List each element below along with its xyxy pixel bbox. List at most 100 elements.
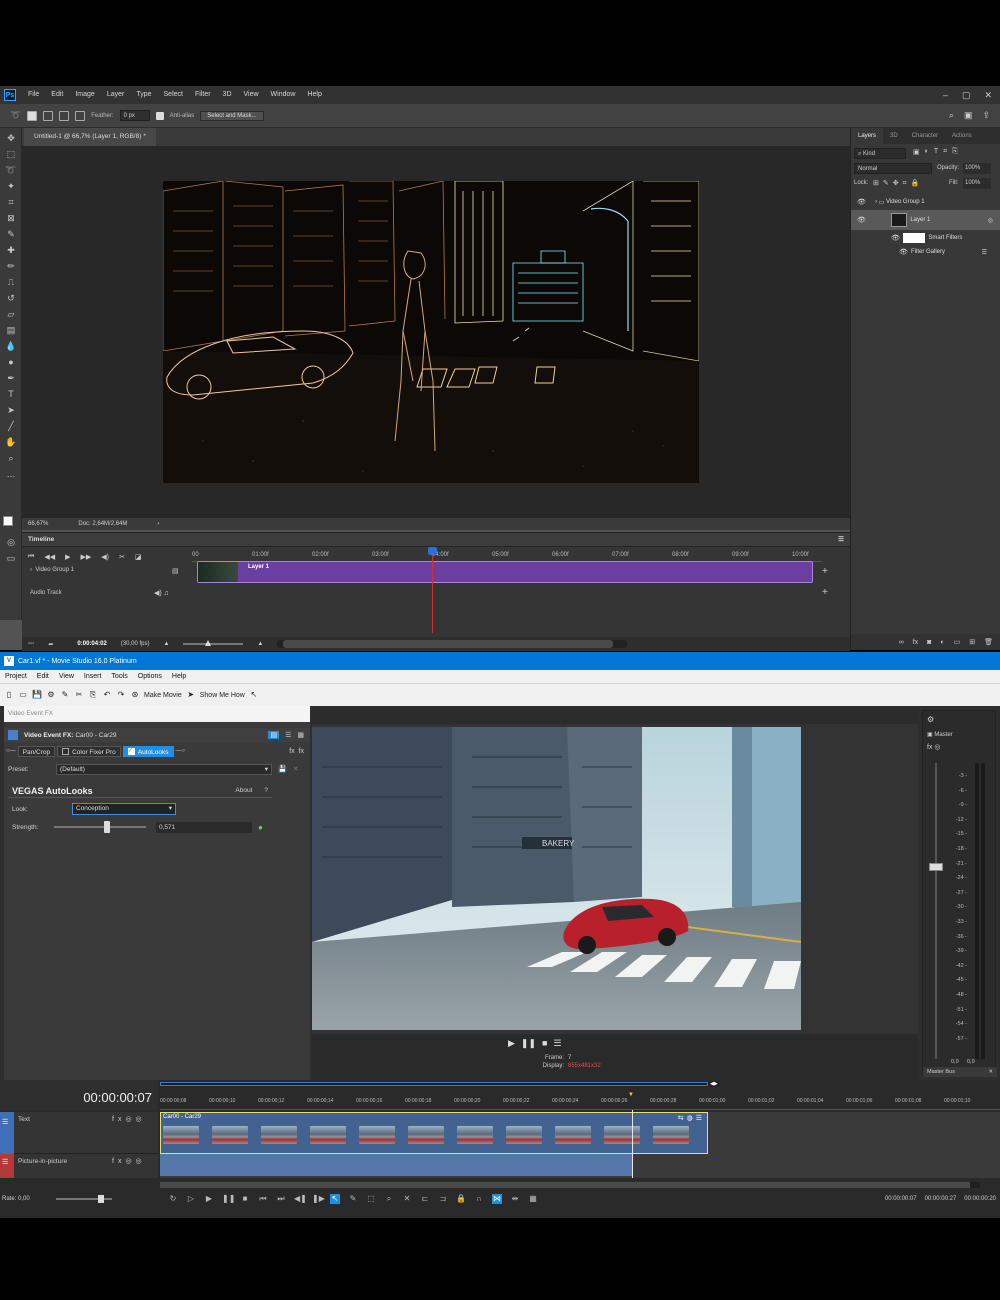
checkbox-checked-icon[interactable]: ✓ bbox=[127, 748, 135, 756]
intersect-selection-icon[interactable] bbox=[75, 110, 86, 121]
copy-icon[interactable]: ⎘ bbox=[88, 690, 98, 700]
frame-tool-icon[interactable]: ⊠ bbox=[5, 212, 17, 224]
minimize-icon[interactable]: – bbox=[943, 90, 948, 101]
split-icon[interactable]: ⊐ bbox=[438, 1194, 448, 1204]
hand-tool-icon[interactable]: ✋ bbox=[5, 436, 17, 448]
visibility-eye-icon[interactable]: 👁 bbox=[857, 216, 866, 224]
menu-view[interactable]: View bbox=[238, 86, 265, 104]
track-fx-icons[interactable]: fx◎◎ bbox=[112, 1157, 146, 1165]
eraser-icon[interactable]: ▱ bbox=[5, 308, 17, 320]
smart-object-icon[interactable]: ◎ bbox=[988, 217, 993, 224]
go-end-icon[interactable]: ⏭ bbox=[276, 1194, 286, 1204]
playhead-handle[interactable] bbox=[428, 547, 437, 555]
type-tool-icon[interactable]: T bbox=[5, 388, 17, 400]
strength-slider[interactable] bbox=[54, 821, 146, 833]
tab-layers[interactable]: Layers bbox=[851, 128, 884, 144]
history-brush-icon[interactable]: ↺ bbox=[5, 292, 17, 304]
visibility-eye-icon[interactable]: 👁 bbox=[857, 198, 866, 206]
h-scrollbar[interactable] bbox=[160, 1182, 980, 1188]
quick-mask-icon[interactable]: ◎ bbox=[5, 536, 17, 548]
blend-mode-select[interactable]: Normal bbox=[854, 163, 932, 174]
pip-clip[interactable] bbox=[160, 1154, 632, 1176]
menu-insert[interactable]: Insert bbox=[79, 673, 107, 680]
filter-options-icon[interactable]: ☰ bbox=[982, 249, 987, 256]
auto-crossfade-icon[interactable]: ⋈ bbox=[492, 1194, 502, 1204]
new-selection-icon[interactable] bbox=[27, 110, 38, 121]
menu-file[interactable]: File bbox=[22, 86, 45, 104]
chain-color-fixer[interactable]: Color Fixer Pro bbox=[57, 745, 121, 757]
timeline-scrollbar[interactable] bbox=[277, 640, 628, 648]
panel-menu-icon[interactable]: ☰ bbox=[838, 533, 844, 547]
next-frame-icon[interactable]: ▶▶ bbox=[80, 553, 91, 561]
checkbox-icon[interactable] bbox=[62, 748, 70, 756]
track-lane-2[interactable] bbox=[160, 1154, 1000, 1178]
more-tools-icon[interactable]: … bbox=[5, 468, 17, 480]
feather-input[interactable]: 0 px bbox=[119, 110, 150, 121]
track-fx-icons[interactable]: fx◎◎ bbox=[112, 1115, 146, 1123]
group-icon[interactable]: ▭ bbox=[954, 638, 961, 646]
undo-icon[interactable]: ↶ bbox=[102, 690, 112, 700]
pause-icon[interactable]: ❚❚ bbox=[222, 1194, 235, 1204]
status-arrow-icon[interactable]: › bbox=[157, 521, 159, 527]
chain-pan-crop[interactable]: Pan/Crop bbox=[17, 745, 56, 757]
add-selection-icon[interactable] bbox=[43, 110, 54, 121]
add-audio-icon[interactable]: + bbox=[822, 587, 828, 598]
lock-icon[interactable]: 🔒 bbox=[456, 1194, 466, 1204]
move-tool-icon[interactable]: ✥ bbox=[5, 132, 17, 144]
track-video-group[interactable]: › Video Group 1 bbox=[30, 567, 74, 573]
track-menu-icon[interactable]: ☰ bbox=[2, 1158, 8, 1166]
menu-layer[interactable]: Layer bbox=[101, 86, 131, 104]
settings-icon[interactable]: ⚙ bbox=[46, 690, 56, 700]
kind-filter[interactable]: ⌕ Kind bbox=[854, 148, 906, 159]
zoom-level[interactable]: 66,67% bbox=[28, 521, 48, 527]
rate-slider-thumb[interactable] bbox=[98, 1195, 104, 1203]
filter-smart-icon[interactable]: ⎘ bbox=[952, 148, 958, 156]
screen-mode-icon[interactable]: ▭ bbox=[5, 552, 17, 564]
subtract-selection-icon[interactable] bbox=[59, 110, 70, 121]
track-lane-1[interactable]: Car00 - Car29 ⇆◍☰ bbox=[160, 1112, 1000, 1154]
layer-filter-gallery[interactable]: 👁 Filter Gallery ☰ bbox=[851, 244, 1000, 260]
view-grid-icon[interactable]: ▦ bbox=[297, 731, 304, 739]
blur-tool-icon[interactable]: 💧 bbox=[5, 340, 17, 352]
filter-pixel-icon[interactable]: ▣ bbox=[913, 148, 920, 156]
close-icon[interactable]: ✕ bbox=[988, 1067, 993, 1077]
show-me-how-icon[interactable]: ➤ bbox=[186, 690, 196, 700]
layer-video-group[interactable]: 👁 › ▭ Video Group 1 bbox=[851, 194, 1000, 210]
clip-fx-icons[interactable]: ⇆◍☰ bbox=[678, 1114, 705, 1122]
menu-select[interactable]: Select bbox=[158, 86, 189, 104]
view-list-icon[interactable]: ☰ bbox=[285, 731, 291, 739]
pen-tool-icon[interactable]: ✒ bbox=[5, 372, 17, 384]
look-select[interactable]: Conception ▾ bbox=[72, 803, 176, 815]
track-audio-label[interactable]: Audio Track bbox=[30, 590, 62, 596]
magic-wand-icon[interactable]: ✦ bbox=[5, 180, 17, 192]
dodge-tool-icon[interactable]: ● bbox=[5, 356, 17, 368]
filter-type-icon[interactable]: T bbox=[934, 148, 938, 156]
mute-icon[interactable]: ◀) ♫ bbox=[154, 589, 169, 597]
split-icon[interactable]: ✂ bbox=[119, 553, 125, 561]
menu-options[interactable]: Options bbox=[133, 673, 167, 680]
track-header-text[interactable]: ☰ Text fx◎◎ bbox=[0, 1112, 158, 1154]
timeline-clip[interactable]: Layer 1 bbox=[197, 561, 813, 583]
filter-shape-icon[interactable]: ⌗ bbox=[943, 148, 947, 156]
snap-icon[interactable]: ∩ bbox=[474, 1194, 484, 1204]
master-bus-tab[interactable]: Master Bus ✕ bbox=[923, 1067, 997, 1077]
tab-3d[interactable]: 3D bbox=[883, 128, 905, 144]
loop-region[interactable] bbox=[160, 1082, 708, 1086]
clone-stamp-icon[interactable]: ⎍ bbox=[5, 276, 17, 288]
h-scrollbar-thumb[interactable] bbox=[160, 1182, 970, 1188]
new-file-icon[interactable]: ▯ bbox=[4, 690, 14, 700]
chevron-down-icon[interactable]: ▾ bbox=[169, 804, 172, 814]
trim-icon[interactable]: ⊏ bbox=[420, 1194, 430, 1204]
prev-frame-icon[interactable]: ◀◀ bbox=[44, 553, 55, 561]
menu-project[interactable]: Project bbox=[0, 673, 32, 680]
timeline-playhead[interactable] bbox=[632, 1110, 633, 1178]
line-tool-icon[interactable]: ╱ bbox=[5, 420, 17, 432]
workspace-icon[interactable]: ▣ bbox=[964, 110, 973, 121]
preview-menu-icon[interactable]: ☰ bbox=[553, 1038, 561, 1049]
menu-filter[interactable]: Filter bbox=[189, 86, 217, 104]
strength-input[interactable]: 0,571 bbox=[156, 821, 252, 833]
menu-edit[interactable]: Edit bbox=[32, 673, 54, 680]
fill-input[interactable]: 100% bbox=[963, 178, 991, 189]
lasso-tool-icon[interactable]: ➰ bbox=[5, 164, 17, 176]
selection-tool-icon[interactable]: ⬚ bbox=[366, 1194, 376, 1204]
